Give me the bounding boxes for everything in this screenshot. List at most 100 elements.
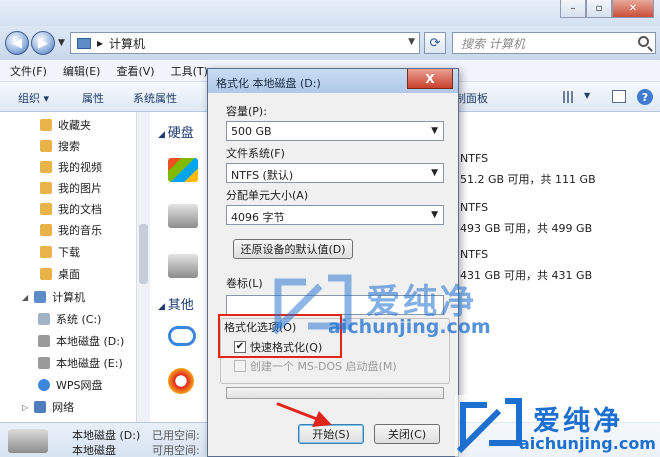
refresh-button[interactable]: ⟳: [424, 32, 446, 54]
drive-free-space: 493 GB 可用，共 499 GB: [460, 222, 593, 235]
drive-free-space: 431 GB 可用，共 431 GB: [460, 269, 593, 282]
nav-item-drive-e[interactable]: 本地磁盘 (E:): [38, 354, 123, 372]
details-used-label: 已用空间:: [152, 429, 200, 442]
nav-item-downloads[interactable]: 下载: [40, 243, 80, 261]
nav-scrollbar-thumb[interactable]: [139, 224, 148, 284]
address-bar[interactable]: ▸ 计算机 ▼: [70, 32, 420, 54]
capacity-label: 容量(P):: [226, 105, 267, 118]
dialog-close-button[interactable]: X: [407, 69, 453, 89]
drive-filesystem: NTFS: [460, 248, 489, 261]
arrow-right-icon: ▶: [38, 35, 48, 51]
search-input[interactable]: 搜索 计算机: [452, 32, 656, 54]
section-header-hdd: ◢ 硬盘: [158, 126, 194, 141]
nav-item-drive-c[interactable]: 系统 (C:): [38, 310, 101, 328]
details-drive-name: 本地磁盘 (D:): [72, 429, 141, 442]
filesystem-label: 文件系统(F): [226, 147, 285, 160]
address-dropdown-icon[interactable]: ▼: [408, 37, 415, 47]
network-icon: [34, 401, 47, 413]
maximize-button[interactable]: ▫: [586, 0, 612, 18]
menu-file[interactable]: 文件(F): [10, 63, 47, 79]
capacity-select[interactable]: 500 GB ▼: [226, 121, 444, 141]
view-dropdown-icon[interactable]: ▼: [584, 91, 590, 100]
folder-icon: [40, 119, 52, 131]
help-icon[interactable]: ?: [637, 89, 653, 105]
close-button[interactable]: 关闭(C): [374, 424, 440, 444]
nav-item-pictures[interactable]: 我的图片: [40, 179, 102, 197]
properties-button[interactable]: 属性: [82, 90, 104, 106]
nav-scrollbar[interactable]: [136, 112, 150, 422]
search-placeholder: 搜索 计算机: [461, 36, 525, 51]
drive-item-c[interactable]: NTFS 51.2 GB 可用，共 111 GB: [438, 152, 640, 188]
drive-icon[interactable]: [168, 204, 198, 228]
nav-item-computer[interactable]: ◢ 计算机: [22, 288, 85, 306]
window-close-button[interactable]: ✕: [612, 0, 654, 18]
window-title-bar: – ▫ ✕: [0, 0, 660, 26]
arrow-left-icon: ◀: [12, 35, 22, 51]
drive-icon: [38, 357, 50, 369]
filesystem-value: NTFS (默认): [231, 169, 294, 182]
chevron-down-icon: ▼: [431, 210, 438, 220]
nav-item-drive-d[interactable]: 本地磁盘 (D:): [38, 332, 124, 350]
nav-item-search[interactable]: 搜索: [40, 137, 80, 155]
allocation-value: 4096 字节: [231, 211, 285, 224]
folder-icon: [40, 224, 52, 236]
nav-item-videos[interactable]: 我的视频: [40, 158, 102, 176]
drive-filesystem: NTFS: [460, 152, 489, 165]
nav-item-documents[interactable]: 我的文档: [40, 200, 102, 218]
drive-free-space: 51.2 GB 可用，共 111 GB: [460, 173, 596, 186]
drive-icon: [38, 313, 50, 325]
breadcrumb-separator-icon: ▸: [97, 36, 104, 50]
menu-tools[interactable]: 工具(T): [171, 63, 208, 79]
back-button[interactable]: ◀: [5, 31, 29, 55]
windows-drive-icon[interactable]: [168, 158, 198, 182]
details-free-label: 可用空间:: [152, 444, 200, 457]
nav-item-wps-drive[interactable]: WPS网盘: [38, 376, 103, 394]
app-icon[interactable]: [168, 368, 194, 394]
search-icon: [638, 36, 649, 47]
drive-icon: [38, 335, 50, 347]
nav-item-favorites[interactable]: 收藏夹: [40, 116, 91, 134]
drive-icon: [8, 429, 48, 453]
cloud-icon: [38, 379, 50, 391]
format-dialog: 格式化 本地磁盘 (D:) X 容量(P): 500 GB ▼ 文件系统(F) N…: [207, 68, 459, 457]
expand-arrow-icon: ◢: [22, 292, 29, 302]
start-button[interactable]: 开始(S): [298, 424, 364, 444]
nav-item-desktop[interactable]: 桌面: [40, 265, 80, 283]
folder-icon: [40, 246, 52, 258]
computer-icon: [77, 37, 91, 49]
empty-checkbox-icon: [234, 360, 246, 372]
address-row: ◀ ▶ ▼ ▸ 计算机 ▼ ⟳ 搜索 计算机: [0, 26, 660, 60]
forward-button[interactable]: ▶: [31, 31, 55, 55]
drive-item-e[interactable]: NTFS 431 GB 可用，共 431 GB: [438, 248, 640, 284]
restore-defaults-button[interactable]: 还原设备的默认值(D): [233, 239, 353, 259]
volume-label-input[interactable]: [226, 295, 444, 315]
window-controls: – ▫ ✕: [560, 0, 654, 18]
allocation-select[interactable]: 4096 字节 ▼: [226, 205, 444, 225]
cloud-icon[interactable]: [168, 326, 196, 346]
menu-edit[interactable]: 编辑(E): [63, 63, 101, 79]
drive-item-d[interactable]: NTFS 493 GB 可用，共 499 GB: [438, 201, 640, 237]
system-properties-button[interactable]: 系统属性: [133, 90, 177, 106]
history-dropdown-icon[interactable]: ▼: [58, 38, 65, 48]
details-drive-type: 本地磁盘: [72, 444, 116, 457]
section-header-other: ◢ 其他: [158, 298, 194, 313]
preview-pane-icon[interactable]: [612, 90, 626, 103]
minimize-button[interactable]: –: [560, 0, 586, 18]
change-view-icon[interactable]: [563, 91, 575, 103]
folder-icon: [40, 203, 52, 215]
address-text: 计算机: [109, 36, 146, 51]
menu-view[interactable]: 查看(V): [116, 63, 154, 79]
nav-item-music[interactable]: 我的音乐: [40, 221, 102, 239]
collapse-arrow-icon[interactable]: ◢: [158, 302, 168, 312]
organize-button[interactable]: 组织 ▾: [18, 90, 49, 106]
control-panel-button[interactable]: 制面板: [455, 90, 488, 106]
filesystem-select[interactable]: NTFS (默认) ▼: [226, 163, 444, 183]
volume-label-text: 卷标(L): [226, 277, 263, 290]
close-icon: X: [425, 71, 435, 86]
msdos-startup-checkbox[interactable]: 创建一个 MS-DOS 启动盘(M): [234, 358, 397, 374]
drive-icon[interactable]: [168, 254, 198, 278]
nav-item-network[interactable]: ▷ 网络: [22, 398, 74, 416]
chevron-down-icon: ▼: [431, 168, 438, 178]
collapse-arrow-icon[interactable]: ◢: [158, 130, 168, 140]
folder-icon: [40, 268, 52, 280]
